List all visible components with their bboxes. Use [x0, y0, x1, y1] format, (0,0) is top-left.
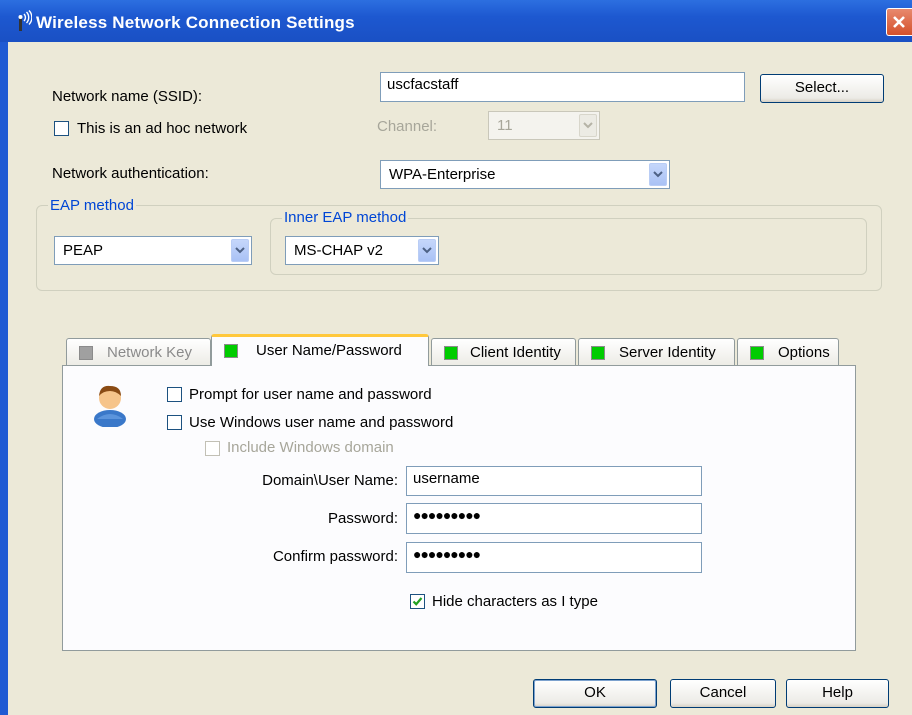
tab-label: Options — [778, 344, 830, 361]
tab-user-name-password[interactable]: User Name/Password — [211, 334, 429, 366]
username-input[interactable]: username — [406, 466, 702, 496]
ok-button[interactable]: OK — [533, 679, 657, 708]
prompt-label: Prompt for user name and password — [189, 386, 432, 403]
chevron-down-icon[interactable] — [418, 239, 436, 262]
channel-value: 11 — [497, 117, 513, 134]
prompt-checkbox[interactable] — [167, 387, 182, 402]
ssid-input[interactable]: uscfacstaff — [380, 72, 745, 102]
password-input[interactable]: ●●●●●●●●● — [406, 503, 702, 534]
include-domain-checkbox — [205, 441, 220, 456]
status-square-icon — [224, 344, 238, 358]
ssid-label: Network name (SSID): — [52, 88, 203, 105]
status-square-icon — [444, 346, 458, 360]
confirm-password-input[interactable]: ●●●●●●●●● — [406, 542, 702, 573]
password-label: Password: — [327, 510, 398, 527]
adhoc-label: This is an ad hoc network — [77, 120, 248, 137]
status-square-icon — [79, 346, 93, 360]
inner-eap-value: MS-CHAP v2 — [294, 242, 383, 259]
wireless-antenna-icon — [10, 10, 33, 32]
status-square-icon — [750, 346, 764, 360]
auth-select[interactable]: WPA-Enterprise — [380, 160, 670, 189]
include-domain-label: Include Windows domain — [227, 439, 394, 456]
window-frame-left — [0, 42, 8, 715]
auth-value: WPA-Enterprise — [389, 166, 496, 183]
select-button[interactable]: Select... — [760, 74, 884, 103]
channel-select: 11 — [488, 111, 600, 140]
chevron-down-icon — [579, 114, 597, 137]
chevron-down-icon[interactable] — [649, 163, 667, 186]
tab-server-identity[interactable]: Server Identity — [578, 338, 735, 366]
eap-method-title: EAP method — [48, 197, 136, 214]
inner-eap-title: Inner EAP method — [282, 209, 409, 226]
adhoc-checkbox[interactable] — [54, 121, 69, 136]
close-icon — [893, 16, 905, 28]
tab-label: Server Identity — [619, 344, 716, 361]
tab-network-key[interactable]: Network Key — [66, 338, 211, 366]
tab-options[interactable]: Options — [737, 338, 839, 366]
auth-label: Network authentication: — [52, 165, 209, 182]
status-square-icon — [591, 346, 605, 360]
chevron-down-icon[interactable] — [231, 239, 249, 262]
channel-label: Channel: — [377, 118, 438, 135]
hide-chars-checkbox[interactable] — [410, 594, 425, 609]
inner-eap-select[interactable]: MS-CHAP v2 — [285, 236, 439, 265]
tab-client-identity[interactable]: Client Identity — [431, 338, 576, 366]
eap-method-select[interactable]: PEAP — [54, 236, 252, 265]
window-title: Wireless Network Connection Settings — [36, 13, 355, 32]
eap-method-value: PEAP — [63, 242, 104, 259]
tab-label: Client Identity — [470, 344, 561, 361]
tab-label: User Name/Password — [256, 342, 402, 359]
checkmark-icon — [412, 597, 423, 606]
use-windows-label: Use Windows user name and password — [189, 414, 454, 431]
username-label: Domain\User Name: — [262, 472, 398, 489]
user-icon — [90, 381, 130, 428]
tab-label: Network Key — [107, 344, 193, 361]
cancel-button[interactable]: Cancel — [670, 679, 776, 708]
close-button[interactable] — [886, 8, 912, 36]
use-windows-checkbox[interactable] — [167, 415, 182, 430]
confirm-password-label: Confirm password: — [272, 548, 398, 565]
help-button[interactable]: Help — [786, 679, 889, 708]
hide-chars-label: Hide characters as I type — [432, 593, 598, 610]
